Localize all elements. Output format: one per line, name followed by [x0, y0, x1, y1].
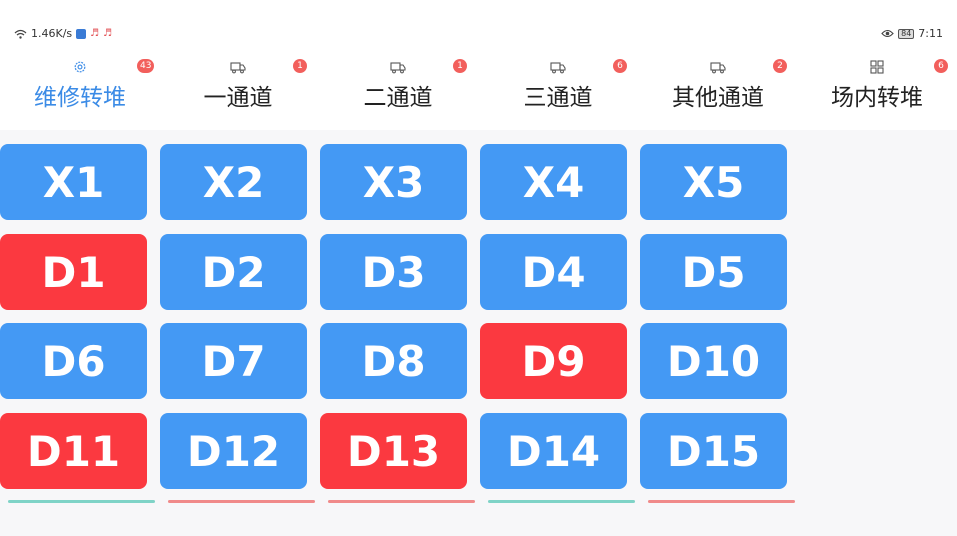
tab-lane-2[interactable]: 二通道 1: [318, 44, 478, 130]
bay-button[interactable]: D6: [0, 323, 147, 399]
bay-button[interactable]: D4: [480, 234, 627, 310]
bay-button[interactable]: X2: [160, 144, 307, 220]
bay-button[interactable]: D2: [160, 234, 307, 310]
next-row-edge: [168, 500, 315, 503]
truck-icon: [710, 62, 726, 74]
tab-badge: 1: [453, 59, 467, 73]
bay-button[interactable]: X5: [640, 144, 787, 220]
status-right: 84 7:11: [881, 27, 943, 40]
bay-button[interactable]: D12: [160, 413, 307, 489]
tab-label: 维修转堆: [34, 85, 126, 111]
next-row-edge: [648, 500, 795, 503]
bay-button[interactable]: D3: [320, 234, 467, 310]
bay-button[interactable]: D1: [0, 234, 147, 310]
eye-icon: [881, 29, 894, 38]
status-left: 1.46K/s ♬ ♬: [14, 27, 112, 40]
tab-lane-3[interactable]: 三通道 6: [478, 44, 638, 130]
bay-button[interactable]: D8: [320, 323, 467, 399]
gear-icon: [74, 61, 86, 73]
truck-icon: [390, 62, 406, 74]
bay-grid: X1 X2 X3 X4 X5 D1 D2 D3 D4 D5 D6 D7 D8 D…: [0, 130, 957, 536]
tab-badge: 6: [613, 59, 627, 73]
tab-badge: 2: [773, 59, 787, 73]
next-row-edge: [8, 500, 155, 503]
truck-icon: [230, 62, 246, 74]
grid-icon: [870, 60, 884, 74]
tab-badge: 1: [293, 59, 307, 73]
tab-label: 三通道: [523, 85, 593, 111]
tab-repair-transfer[interactable]: 维修转堆 43: [0, 44, 160, 130]
tab-yard-transfer[interactable]: 场内转堆 6: [797, 44, 957, 130]
bay-button[interactable]: D14: [480, 413, 627, 489]
network-speed: 1.46K/s: [31, 27, 73, 40]
bay-button[interactable]: D7: [160, 323, 307, 399]
music-icon: ♬: [90, 28, 100, 39]
wifi-icon: [14, 29, 27, 39]
tab-lane-1[interactable]: 一通道 1: [158, 44, 318, 130]
tab-label: 场内转堆: [831, 85, 923, 111]
tab-bar: 维修转堆 43 一通道 1 二通道 1 三通道 6 其他通道 2 场内转堆 6: [0, 44, 957, 130]
music-icon: ♬: [103, 28, 113, 39]
tab-label: 一通道: [203, 85, 273, 111]
bay-button[interactable]: D13: [320, 413, 467, 489]
tab-badge: 6: [934, 59, 948, 73]
bay-button[interactable]: X4: [480, 144, 627, 220]
tab-badge: 43: [137, 59, 155, 73]
app-notification-icon: [76, 28, 87, 39]
tab-other-lanes[interactable]: 其他通道 2: [638, 44, 798, 130]
bay-button[interactable]: D10: [640, 323, 787, 399]
bay-button[interactable]: X1: [0, 144, 147, 220]
next-row-edge: [328, 500, 475, 503]
truck-icon: [550, 62, 566, 74]
bay-button[interactable]: D9: [480, 323, 627, 399]
clock: 7:11: [918, 27, 943, 40]
tab-label: 二通道: [363, 85, 433, 111]
battery-indicator: 84: [898, 28, 915, 39]
bay-button[interactable]: D5: [640, 234, 787, 310]
tab-label: 其他通道: [672, 85, 764, 111]
bay-button[interactable]: X3: [320, 144, 467, 220]
next-row-edge: [488, 500, 635, 503]
status-bar: 1.46K/s ♬ ♬ 84 7:11: [0, 0, 957, 44]
bay-button[interactable]: D11: [0, 413, 147, 489]
bay-button[interactable]: D15: [640, 413, 787, 489]
